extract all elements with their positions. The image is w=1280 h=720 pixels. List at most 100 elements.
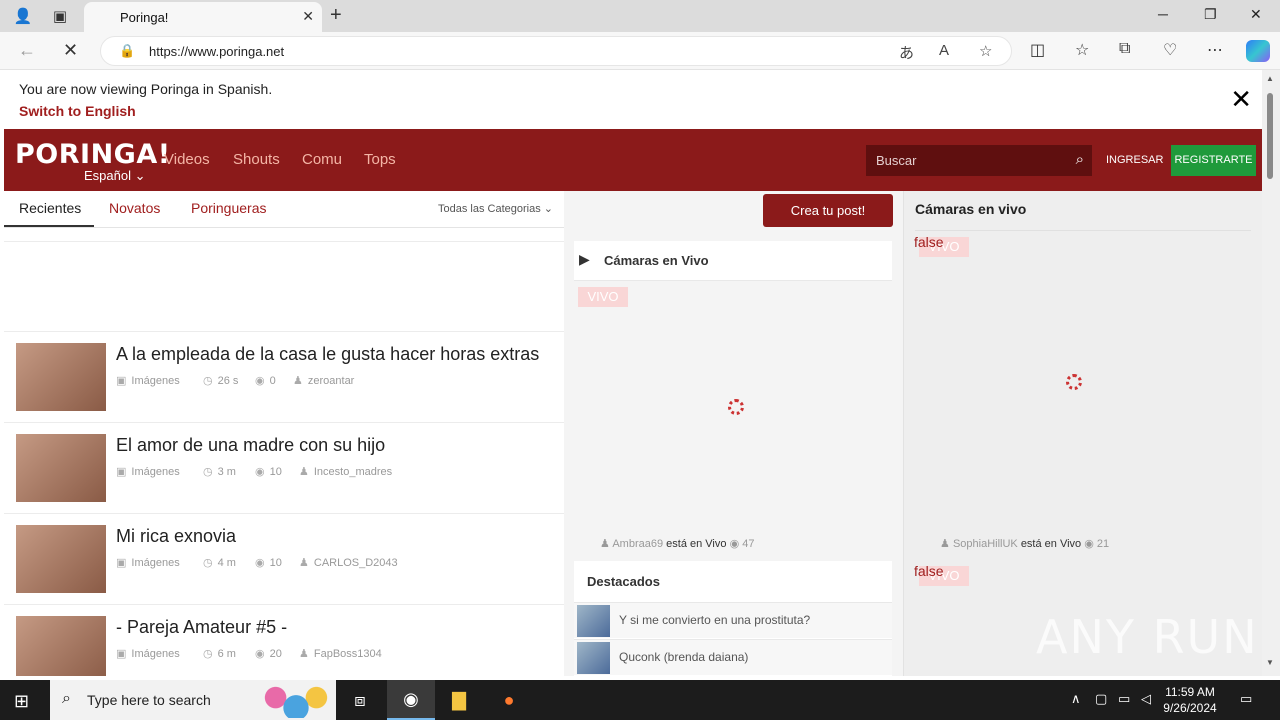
post-author[interactable]: ♟ FapBoss1304: [299, 647, 382, 660]
post-thumbnail[interactable]: [16, 343, 106, 411]
post-title[interactable]: - Pareja Amateur #5 -: [116, 617, 287, 638]
copilot-icon[interactable]: [1246, 40, 1270, 62]
nav-tops[interactable]: Tops: [364, 151, 396, 168]
right-sidebar: Cámaras en vivo VIVO false ♟ SophiaHillU…: [903, 191, 1262, 676]
tab-novatos[interactable]: Novatos: [109, 200, 160, 216]
post-title[interactable]: Mi rica exnovia: [116, 526, 236, 547]
post-item[interactable]: A la empleada de la casa le gusta hacer …: [4, 332, 564, 423]
post-title[interactable]: El amor de una madre con su hijo: [116, 435, 385, 456]
live-user-name[interactable]: Ambraa69: [612, 538, 663, 550]
favorite-star-icon[interactable]: ☆: [979, 42, 992, 60]
back-button[interactable]: ←: [18, 40, 36, 61]
post-thumbnail[interactable]: [16, 616, 106, 676]
post-author[interactable]: ♟ Incesto_madres: [299, 465, 392, 478]
featured-item[interactable]: Quconk (brenda daiana): [574, 639, 892, 675]
page-scrollbar[interactable]: ▲ ▼: [1262, 70, 1280, 676]
post-category-label: Imágenes: [131, 557, 180, 569]
scroll-thumb[interactable]: [1267, 93, 1273, 179]
meet-now-icon[interactable]: ▢: [1095, 691, 1107, 707]
scroll-up-arrow-icon[interactable]: ▲: [1266, 74, 1274, 83]
favorites-icon[interactable]: ☆: [1075, 40, 1089, 60]
system-clock[interactable]: 11:59 AM 9/26/2024: [1160, 684, 1220, 716]
post-points: ◉ 20: [255, 647, 282, 660]
post-author-label[interactable]: zeroantar: [308, 375, 354, 387]
switch-language-link[interactable]: Switch to English: [19, 103, 136, 119]
live-user-name[interactable]: SophiaHillUK: [953, 538, 1018, 550]
windows-start-icon[interactable]: ⊞: [14, 691, 29, 712]
notifications-icon[interactable]: ▭: [1240, 691, 1252, 707]
post-thumbnail[interactable]: [16, 434, 106, 502]
language-selector[interactable]: Español ⌄: [84, 168, 146, 184]
tab-actions-icon[interactable]: ▣: [47, 4, 73, 28]
file-explorer-icon[interactable]: ▇: [435, 680, 483, 720]
stop-loading-button[interactable]: ✕: [63, 40, 78, 61]
tab-close-icon[interactable]: ✕: [302, 8, 314, 25]
live-user-line[interactable]: ♟ SophiaHillUK está en Vivo ◉ 21: [940, 537, 1109, 550]
browser-tab-bar: 👤 ▣ Poringa! ✕ + ─ ❐ ✕: [0, 0, 1280, 32]
search-highlight-icon[interactable]: [262, 684, 330, 718]
tab-recientes[interactable]: Recientes: [19, 200, 81, 216]
live-user-line[interactable]: ♟ Ambraa69 está en Vivo ◉ 47: [600, 537, 754, 550]
featured-item[interactable]: Y si me convierto en una prostituta?: [574, 602, 892, 638]
post-author-label[interactable]: CARLOS_D2043: [314, 557, 398, 569]
notice-close-icon[interactable]: ✕: [1230, 84, 1252, 115]
categories-dropdown[interactable]: Todas las Categorias ⌄: [438, 202, 553, 215]
tray-overflow-icon[interactable]: ∧: [1071, 691, 1081, 707]
live-cams-header: ▶ Cámaras en Vivo: [574, 241, 892, 281]
minimize-button[interactable]: ─: [1158, 6, 1168, 22]
featured-thumbnail[interactable]: [577, 605, 610, 637]
read-aloud-icon[interactable]: A: [939, 42, 949, 59]
browser-tab[interactable]: Poringa! ✕: [84, 2, 322, 32]
nav-shouts[interactable]: Shouts: [233, 151, 280, 168]
taskbar-search-placeholder: Type here to search: [87, 692, 211, 708]
site-logo[interactable]: PORINGA!: [15, 139, 171, 170]
collections-icon[interactable]: ⧉: [1119, 40, 1130, 58]
more-menu-icon[interactable]: ⋯: [1207, 40, 1223, 60]
nav-comu[interactable]: Comu: [302, 151, 342, 168]
url-field[interactable]: 🔒 https://www.poringa.net あ A ☆: [100, 36, 1012, 66]
featured-item-title[interactable]: Y si me convierto en una prostituta?: [619, 613, 810, 627]
firefox-icon[interactable]: ●: [485, 680, 533, 720]
profile-icon[interactable]: 👤: [10, 4, 36, 28]
task-view-icon[interactable]: ⧈: [336, 680, 384, 720]
nav-videos[interactable]: Videos: [164, 151, 210, 168]
live-views: 47: [742, 538, 755, 550]
lock-icon[interactable]: 🔒: [119, 43, 135, 59]
url-text[interactable]: https://www.poringa.net: [149, 44, 284, 59]
close-window-button[interactable]: ✕: [1250, 6, 1262, 23]
search-placeholder: Buscar: [876, 153, 917, 168]
search-icon[interactable]: ⌕: [1076, 151, 1084, 168]
post-item[interactable]: Mi rica exnovia ▣ Imágenes ◷ 4 m ◉ 10 ♟ CARL…: [4, 514, 564, 605]
login-link[interactable]: INGRESAR: [1106, 154, 1163, 166]
volume-icon[interactable]: ◁: [1141, 691, 1151, 707]
points-icon: ◉: [255, 466, 265, 478]
browser-essentials-icon[interactable]: ♡: [1163, 40, 1177, 60]
scroll-down-arrow-icon[interactable]: ▼: [1266, 658, 1274, 667]
edge-taskbar-icon[interactable]: ◉: [387, 680, 435, 720]
post-item[interactable]: El amor de una madre con su hijo ▣ Imágen…: [4, 423, 564, 514]
create-post-button[interactable]: Crea tu post!: [763, 194, 893, 227]
post-author[interactable]: ♟ zeroantar: [293, 374, 354, 387]
translate-icon[interactable]: あ: [899, 42, 914, 63]
restore-button[interactable]: ❐: [1204, 6, 1217, 23]
middle-column: Crea tu post! ▶ Cámaras en Vivo VIVO ♟ A…: [564, 191, 903, 676]
search-input[interactable]: Buscar ⌕: [866, 145, 1092, 176]
user-icon: ♟: [293, 375, 303, 387]
user-icon: ♟: [299, 466, 309, 478]
live-views: 21: [1096, 538, 1110, 550]
post-thumbnail[interactable]: [16, 525, 106, 593]
split-screen-icon[interactable]: ◫: [1030, 40, 1045, 60]
network-icon[interactable]: ▭: [1118, 691, 1130, 707]
featured-thumbnail[interactable]: [577, 642, 610, 674]
post-author-label[interactable]: Incesto_madres: [314, 466, 392, 478]
tab-poringueras[interactable]: Poringueras: [191, 200, 267, 216]
post-item[interactable]: - Pareja Amateur #5 - ▣ Imágenes ◷ 6 m ◉ 20…: [4, 605, 564, 676]
new-tab-button[interactable]: +: [330, 4, 342, 27]
post-author-label[interactable]: FapBoss1304: [314, 648, 382, 660]
live-status: está en Vivo: [666, 538, 727, 550]
post-author[interactable]: ♟ CARLOS_D2043: [299, 556, 398, 569]
post-title[interactable]: A la empleada de la casa le gusta hacer …: [116, 344, 539, 365]
register-button[interactable]: REGISTRARTE: [1171, 145, 1256, 176]
featured-item-title[interactable]: Quconk (brenda daiana): [619, 650, 748, 664]
right-cams-title: Cámaras en vivo: [915, 201, 1027, 217]
